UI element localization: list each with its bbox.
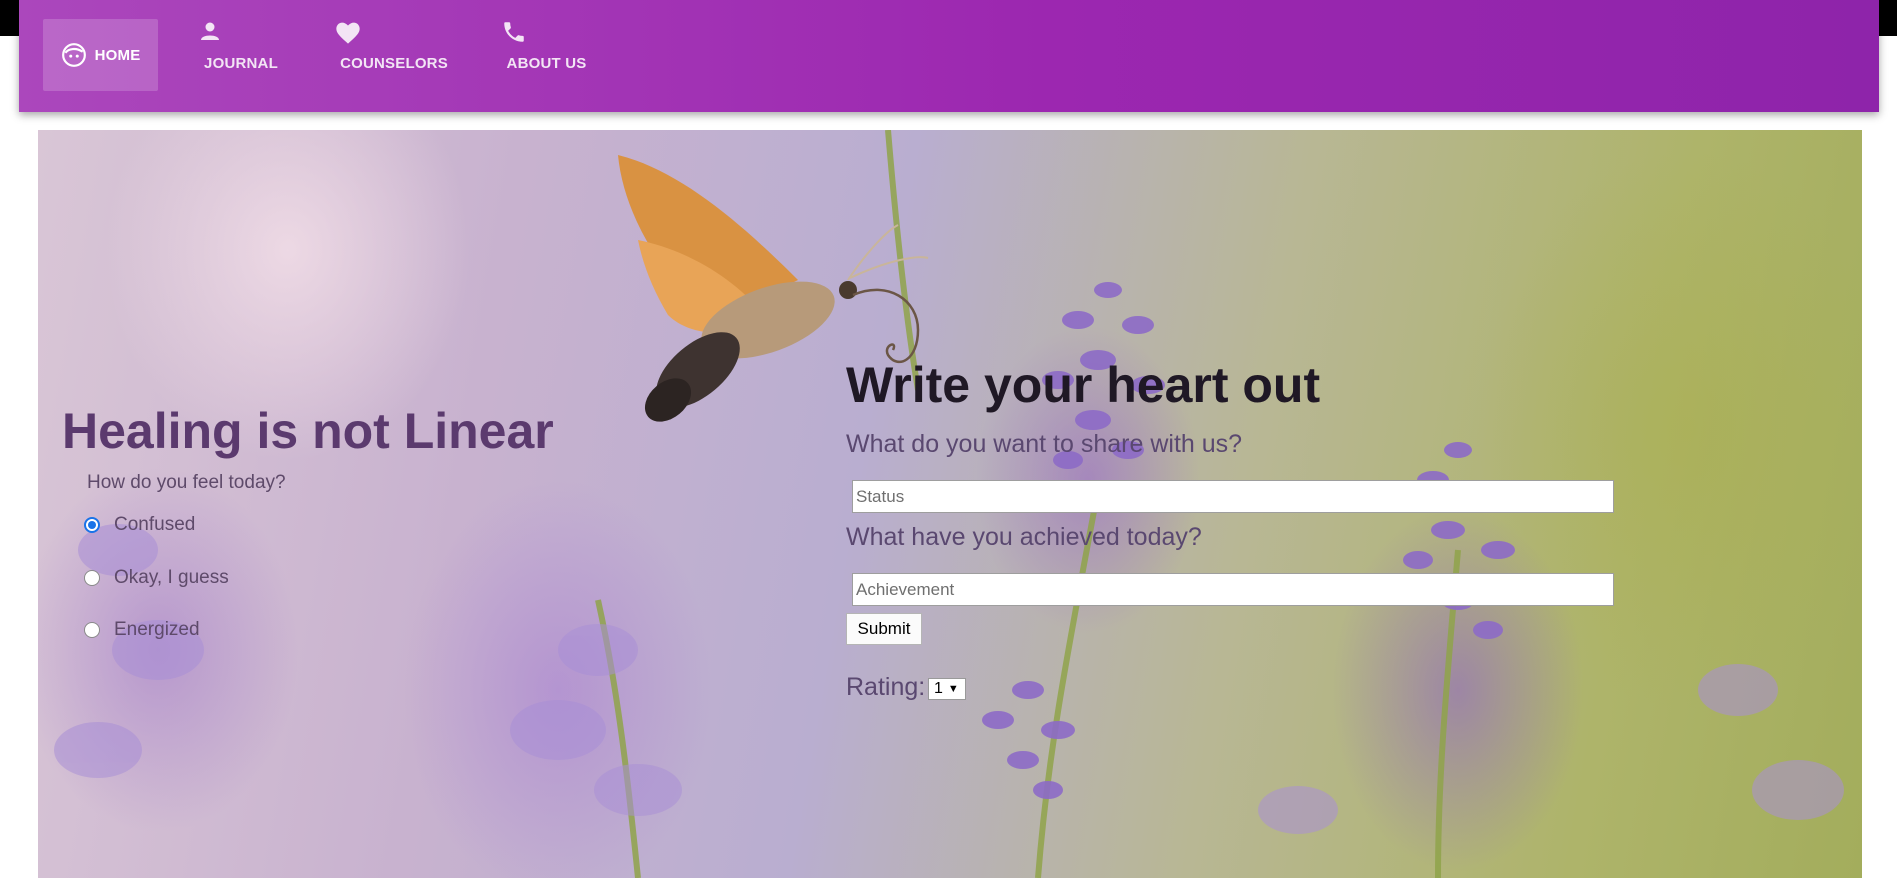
nav-counselors[interactable]: COUNSELORS xyxy=(319,19,469,91)
nav-home[interactable]: HOME xyxy=(43,19,158,91)
journal-title: Write your heart out xyxy=(846,357,1321,413)
mood-option-label: Okay, I guess xyxy=(114,567,229,588)
mood-option-confused[interactable]: Confused xyxy=(84,514,195,536)
phone-icon xyxy=(501,19,527,49)
face-icon xyxy=(61,42,87,68)
nav-about-us-label: ABOUT US xyxy=(506,54,587,72)
nav-journal-label: JOURNAL xyxy=(204,54,278,72)
mood-option-okay[interactable]: Okay, I guess xyxy=(84,567,229,589)
share-question: What do you want to share with us? xyxy=(846,430,1243,458)
top-navbar: HOME JOURNAL COUNSELORS ABOUT US xyxy=(19,0,1879,112)
nav-journal[interactable]: JOURNAL xyxy=(181,19,301,91)
radio-energized[interactable] xyxy=(84,622,100,638)
achieve-question: What have you achieved today? xyxy=(846,523,1202,551)
healing-title: Healing is not Linear xyxy=(62,403,554,459)
rating-label: Rating: xyxy=(846,673,926,701)
rating-value: 1 xyxy=(934,680,943,697)
dropdown-arrow-icon: ▼ xyxy=(947,683,959,695)
mood-option-label: Energized xyxy=(114,619,200,640)
rating-select[interactable]: 1 ▼ xyxy=(928,678,966,700)
nav-about-us[interactable]: ABOUT US xyxy=(484,19,609,91)
submit-button[interactable]: Submit xyxy=(846,613,922,645)
status-input[interactable] xyxy=(852,480,1614,513)
radio-okay[interactable] xyxy=(84,570,100,586)
heart-icon xyxy=(334,19,362,49)
person-icon xyxy=(198,19,222,47)
nav-counselors-label: COUNSELORS xyxy=(340,54,448,72)
achievement-input[interactable] xyxy=(852,573,1614,606)
mood-option-energized[interactable]: Energized xyxy=(84,619,200,641)
feel-question: How do you feel today? xyxy=(87,472,286,493)
radio-confused[interactable] xyxy=(84,517,100,533)
mood-option-label: Confused xyxy=(114,514,196,535)
nav-home-label: HOME xyxy=(94,46,141,64)
